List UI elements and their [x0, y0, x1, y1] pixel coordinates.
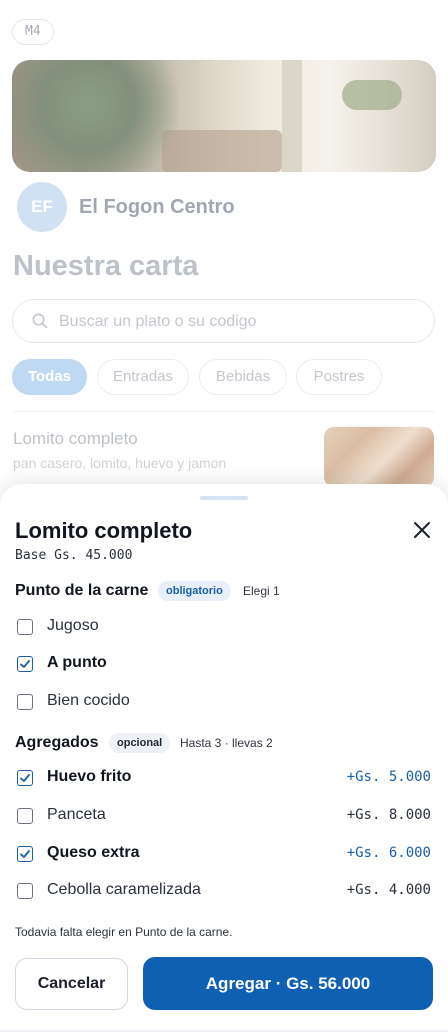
option-price: +Gs. 8.000	[346, 807, 431, 823]
option-price: +Gs. 4.000	[346, 882, 431, 898]
sheet-title: Lomito completo	[15, 518, 193, 543]
validation-hint: Todavia falta elegir en Punto de la carn…	[15, 925, 233, 939]
option-price: +Gs. 5.000	[346, 769, 431, 785]
group-title: Agregados	[15, 734, 99, 751]
group-title: Punto de la carne	[15, 582, 149, 599]
group-rule: Elegi 1	[243, 584, 280, 598]
check-icon	[20, 850, 30, 858]
option-row[interactable]: Bien cocido	[15, 688, 433, 716]
required-badge: obligatorio	[158, 581, 231, 601]
option-price: +Gs. 6.000	[346, 845, 431, 861]
check-icon	[20, 774, 30, 782]
check-icon	[20, 660, 30, 668]
option-row[interactable]: A punto	[15, 650, 433, 678]
add-to-order-button[interactable]: Agregar · Gs. 56.000	[143, 957, 433, 1010]
option-label: Jugoso	[47, 617, 99, 634]
checkbox-checked[interactable]	[17, 846, 33, 862]
sheet-handle[interactable]	[200, 496, 248, 500]
option-label: Huevo frito	[47, 768, 132, 785]
option-row[interactable]: Jugoso	[15, 613, 433, 641]
option-row[interactable]: Queso extra +Gs. 6.000	[15, 840, 433, 868]
cancel-button[interactable]: Cancelar	[15, 958, 128, 1010]
close-icon[interactable]	[411, 519, 433, 541]
checkbox-checked[interactable]	[17, 770, 33, 786]
option-label: Cebolla caramelizada	[47, 881, 201, 898]
option-row[interactable]: Panceta +Gs. 8.000	[15, 802, 433, 830]
option-label: Panceta	[47, 806, 106, 823]
group-rule: Hasta 3 · llevas 2	[180, 736, 273, 750]
customize-item-sheet: Lomito completo Base Gs. 45.000 Punto de…	[0, 484, 448, 1032]
checkbox[interactable]	[17, 694, 33, 710]
optional-badge: opcional	[109, 733, 171, 753]
option-row[interactable]: Huevo frito +Gs. 5.000	[15, 764, 433, 792]
base-price: Base Gs. 45.000	[15, 548, 133, 563]
checkbox-checked[interactable]	[17, 656, 33, 672]
group-punto-header: Punto de la carne obligatorio Elegi 1	[15, 581, 433, 604]
option-label: Queso extra	[47, 844, 140, 861]
option-label: Bien cocido	[47, 692, 130, 709]
checkbox[interactable]	[17, 883, 33, 899]
option-row[interactable]: Cebolla caramelizada +Gs. 4.000	[15, 877, 433, 905]
option-label: A punto	[47, 654, 107, 671]
group-agregados-header: Agregados opcional Hasta 3 · llevas 2	[15, 733, 433, 756]
checkbox[interactable]	[17, 619, 33, 635]
checkbox[interactable]	[17, 808, 33, 824]
